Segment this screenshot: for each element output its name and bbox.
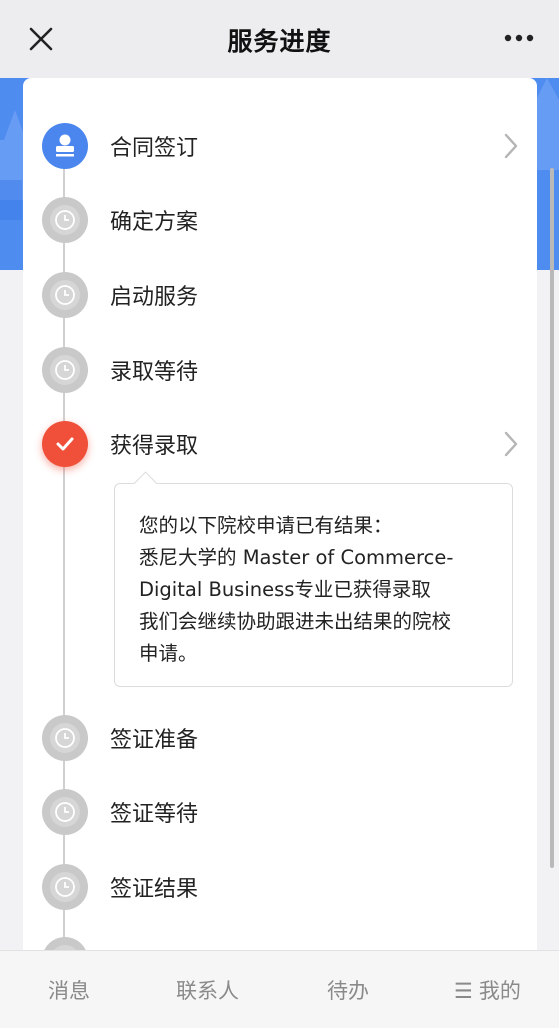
- nav-mine[interactable]: ☰ 我的: [454, 975, 521, 1005]
- clock-icon: [42, 864, 88, 910]
- message-line: 申请。: [139, 642, 198, 665]
- more-icon[interactable]: [499, 26, 539, 50]
- step-label: 合同签订: [110, 136, 199, 161]
- step-label: 签证等待: [110, 802, 199, 827]
- chevron-right-icon[interactable]: [503, 430, 519, 458]
- nav-todo[interactable]: 待办: [327, 975, 369, 1005]
- step-label: 签证准备: [110, 728, 199, 753]
- message-line: 您的以下院校申请已有结果：: [139, 514, 393, 537]
- step-admission-received[interactable]: 获得录取: [23, 414, 537, 474]
- scrollbar[interactable]: [550, 168, 554, 868]
- step-label: 录取等待: [110, 360, 199, 385]
- page-title: 服务进度: [227, 27, 332, 56]
- step-visa-waiting: 签证等待: [23, 782, 537, 842]
- step-admission-waiting: 录取等待: [23, 340, 537, 400]
- admission-result-message: 您的以下院校申请已有结果： 悉尼大学的 Master of Commerce- …: [114, 483, 513, 687]
- top-bar: 服务进度: [0, 0, 559, 78]
- clock-icon: [42, 715, 88, 761]
- clock-icon: [42, 272, 88, 318]
- bottom-nav: 消息 联系人 待办 ☰ 我的: [0, 950, 559, 1028]
- clock-icon: [42, 197, 88, 243]
- menu-icon: ☰: [454, 979, 473, 1003]
- step-visa-result: 签证结果: [23, 857, 537, 917]
- clock-icon: [42, 347, 88, 393]
- step-label: 签证结果: [110, 877, 199, 902]
- step-contract-signed[interactable]: 合同签订: [23, 116, 537, 176]
- step-confirm-plan: 确定方案: [23, 190, 537, 250]
- message-line: Digital Business专业已获得录取: [139, 578, 431, 601]
- clock-icon: [42, 789, 88, 835]
- progress-card: 合同签订 确定方案 启动服务 录取等待 获得录取 您的以下院校申请已有结果： 悉…: [23, 78, 537, 958]
- check-icon: [42, 421, 88, 467]
- step-label: 确定方案: [110, 210, 199, 235]
- message-line: 我们会继续协助跟进未出结果的院校: [139, 610, 452, 633]
- nav-messages[interactable]: 消息: [48, 975, 90, 1005]
- stamp-icon: [42, 123, 88, 169]
- message-line: 悉尼大学的 Master of Commerce-: [139, 546, 454, 569]
- step-label: 启动服务: [110, 285, 199, 310]
- chevron-right-icon[interactable]: [503, 132, 519, 160]
- step-label: 获得录取: [110, 434, 199, 459]
- step-start-service: 启动服务: [23, 265, 537, 325]
- nav-mine-label: 我的: [478, 979, 521, 1003]
- nav-contacts[interactable]: 联系人: [176, 975, 239, 1005]
- step-visa-preparation: 签证准备: [23, 708, 537, 768]
